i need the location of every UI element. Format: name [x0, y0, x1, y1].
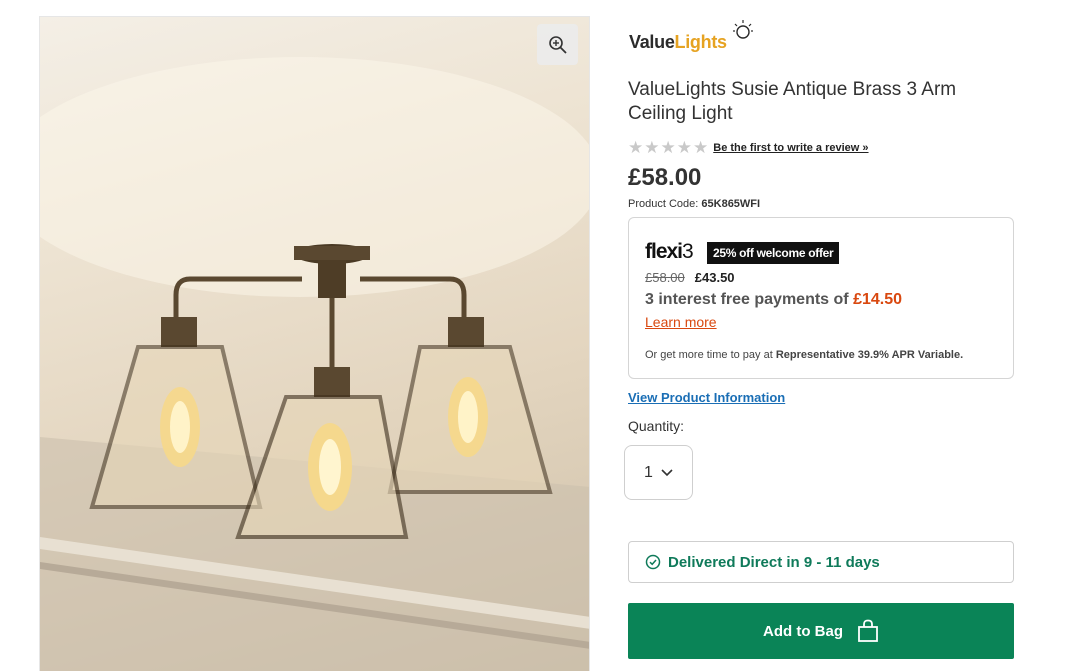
star-icon: ★	[644, 138, 660, 158]
product-code-label: Product Code:	[628, 198, 699, 210]
product-code: Product Code: 65K865WFI	[628, 198, 760, 210]
installment-amount: £14.50	[853, 291, 903, 308]
quantity-select[interactable]: 1	[624, 445, 693, 500]
add-to-bag-label: Add to Bag	[763, 622, 843, 640]
star-icon: ★	[660, 138, 676, 158]
learn-more-link[interactable]: Learn more	[645, 314, 717, 330]
zoom-button[interactable]	[537, 24, 578, 65]
installments-text: 3 interest free payments of £14.50	[645, 291, 902, 309]
discounted-price: £43.50	[694, 270, 735, 285]
add-to-bag-button[interactable]: Add to Bag	[628, 603, 1014, 659]
write-review-link[interactable]: Be the first to write a review »	[713, 142, 868, 154]
apr-value: Representative 39.9% APR Variable.	[775, 349, 964, 361]
product-code-value: 65K865WFI	[701, 198, 761, 210]
brand-name-part1: Value	[629, 32, 675, 52]
lightbulb-icon	[733, 20, 753, 39]
apr-prefix: Or get more time to pay at	[645, 349, 773, 361]
original-price: £58.00	[645, 270, 685, 285]
zoom-in-icon	[548, 35, 567, 54]
quantity-label: Quantity:	[628, 418, 685, 434]
rating-row: ★ ★ ★ ★ ★ Be the first to write a review…	[628, 139, 869, 157]
product-price: £58.00	[628, 164, 702, 191]
finance-prices: £58.00 £43.50	[645, 270, 735, 285]
product-title: ValueLights Susie Antique Brass 3 Arm Ce…	[628, 79, 957, 124]
ceiling-light-illustration	[40, 57, 589, 671]
finance-offer-box: flexi3 25% off welcome offer £58.00 £43.…	[628, 217, 1014, 379]
chevron-down-icon	[661, 468, 673, 476]
star-icon: ★	[693, 138, 709, 158]
star-icon: ★	[676, 138, 692, 158]
star-rating: ★ ★ ★ ★ ★	[628, 139, 708, 157]
product-image[interactable]	[39, 16, 590, 671]
delivery-info: Delivered Direct in 9 - 11 days	[628, 541, 1014, 583]
quantity-value: 1	[644, 463, 653, 481]
brand-name-part2: Lights	[674, 32, 728, 52]
star-icon: ★	[628, 138, 644, 158]
flexi-logo-text: flexi	[645, 240, 683, 263]
brand-logo[interactable]: Value Lights	[628, 16, 758, 56]
view-product-information-link[interactable]: View Product Information	[628, 390, 785, 405]
shopping-bag-icon	[858, 619, 878, 642]
flexi3-logo: flexi3	[645, 240, 694, 264]
flexi-logo-number: 3	[682, 240, 694, 263]
apr-note: Or get more time to pay at Representativ…	[645, 349, 963, 361]
installments-label: 3 interest free payments of	[645, 291, 849, 308]
delivery-text: Delivered Direct in 9 - 11 days	[668, 553, 880, 571]
welcome-offer-badge: 25% off welcome offer	[707, 242, 840, 264]
check-circle-icon	[645, 554, 661, 570]
